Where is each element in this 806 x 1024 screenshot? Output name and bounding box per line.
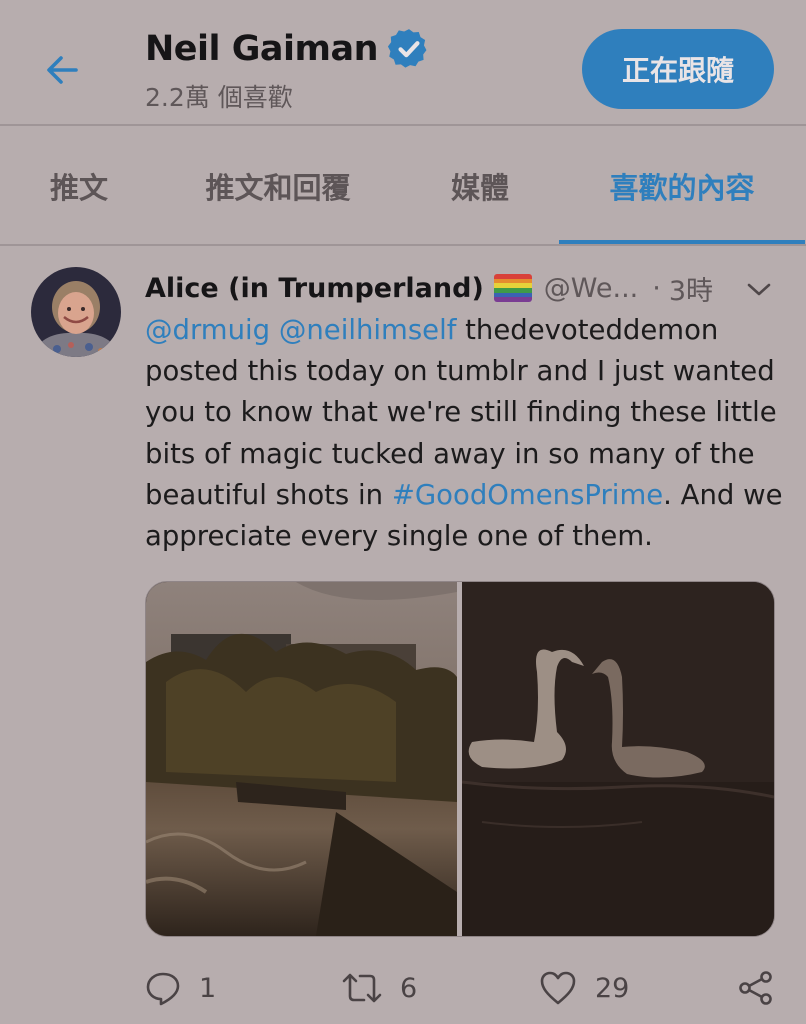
heart-icon — [540, 971, 576, 1005]
media-image-river[interactable] — [146, 582, 457, 936]
rainbow-flag-icon — [493, 274, 532, 302]
mention-link[interactable]: @drmuig — [145, 314, 270, 346]
separator-dot: · — [652, 272, 661, 304]
avatar-image — [31, 267, 121, 357]
chevron-down-icon[interactable] — [744, 276, 774, 302]
profile-name: Neil Gaiman — [145, 29, 379, 69]
retweet-button[interactable]: 6 — [340, 968, 417, 1008]
tab-tweets-and-replies[interactable]: 推文和回覆 — [168, 127, 388, 244]
media-image-swans[interactable] — [461, 582, 774, 936]
tweet-actions: 1 6 29 — [0, 968, 806, 1008]
header-divider — [0, 124, 806, 126]
retweet-count: 6 — [400, 972, 418, 1004]
tweet-author-name[interactable]: Alice (in Trumperland) — [145, 273, 484, 304]
avatar[interactable] — [31, 267, 121, 357]
share-button[interactable] — [738, 968, 774, 1008]
tab-likes[interactable]: 喜歡的內容 — [559, 127, 805, 244]
tweet-timestamp[interactable]: 3時 — [669, 269, 713, 308]
tab-tweets[interactable]: 推文 — [0, 127, 158, 244]
tweet-author-handle[interactable]: @We... — [544, 273, 638, 304]
mention-link[interactable]: @neilhimself — [279, 314, 457, 346]
back-button[interactable] — [40, 48, 84, 92]
arrow-left-icon — [47, 56, 78, 84]
share-icon — [739, 971, 772, 1005]
retweet-icon — [342, 973, 382, 1003]
like-count: 29 — [595, 972, 630, 1004]
tweet-media — [145, 581, 775, 937]
tweet-header: Alice (in Trumperland) @We... · 3時 — [145, 268, 785, 308]
likes-count: 2.2萬 個喜歡 — [145, 83, 293, 112]
reply-button[interactable]: 1 — [145, 968, 216, 1008]
verified-badge-icon — [387, 29, 427, 68]
tweet-text: @drmuig @neilhimself thedevoteddemon pos… — [145, 310, 785, 557]
hashtag-link[interactable]: #GoodOmensPrime — [392, 479, 663, 511]
like-button[interactable]: 29 — [539, 968, 629, 1008]
profile-tabs: 推文 推文和回覆 媒體 喜歡的內容 — [0, 127, 806, 244]
reply-icon — [146, 972, 180, 1006]
tab-media[interactable]: 媒體 — [410, 127, 550, 244]
tweet-card[interactable]: Alice (in Trumperland) @We... · 3時 @drmu… — [0, 246, 806, 1024]
reply-count: 1 — [199, 972, 217, 1004]
profile-title-block: Neil Gaiman 2.2萬 個喜歡 — [145, 26, 432, 114]
following-button[interactable]: 正在跟隨 — [582, 29, 774, 109]
profile-header: Neil Gaiman 2.2萬 個喜歡 正在跟隨 — [0, 0, 806, 125]
